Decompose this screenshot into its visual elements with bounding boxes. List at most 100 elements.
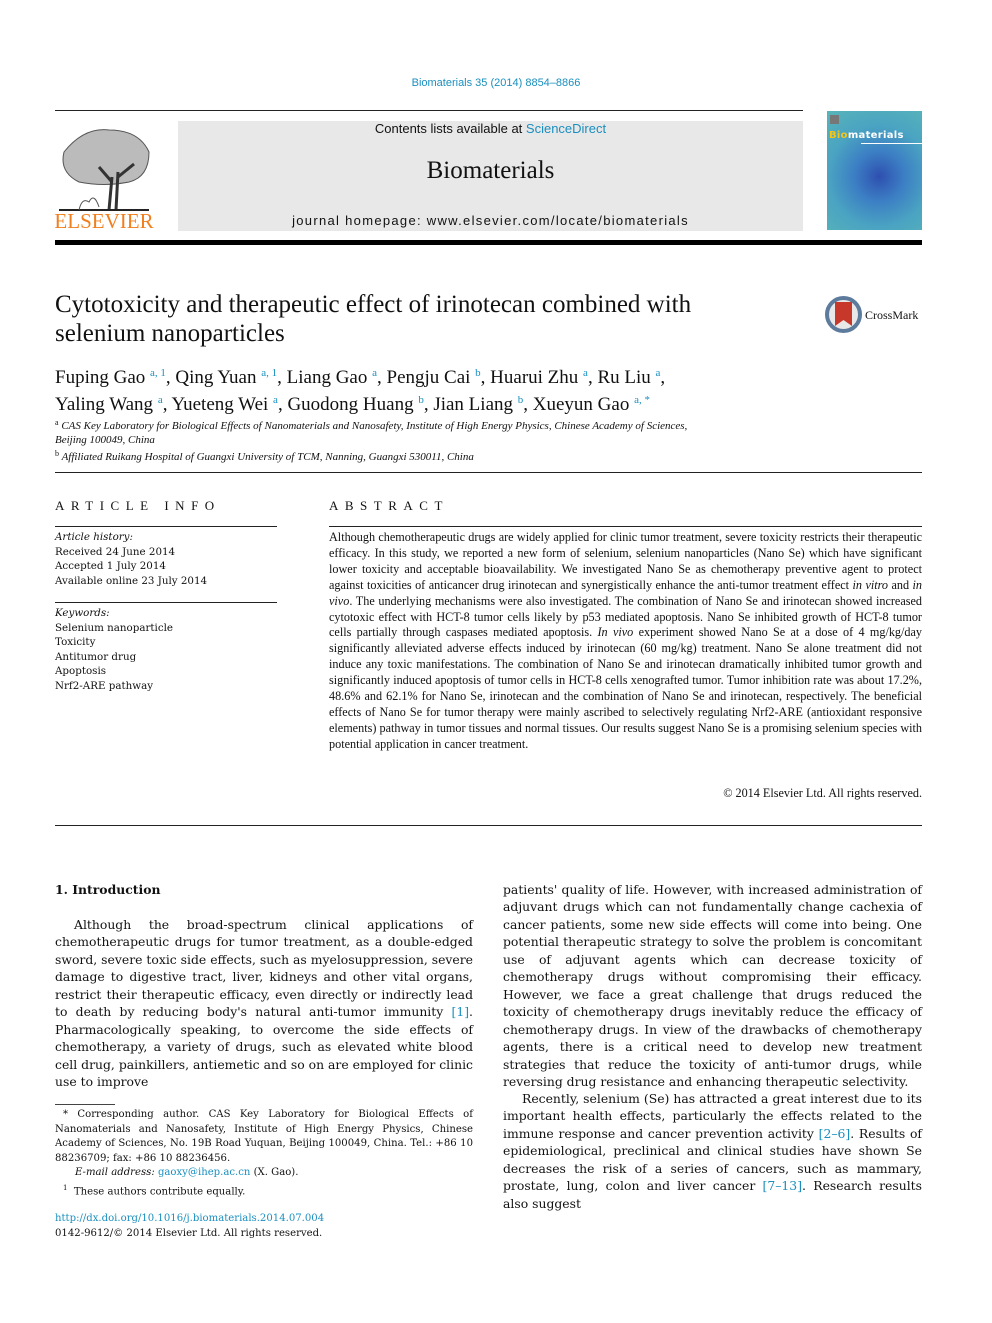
author-separator: , — [660, 367, 666, 388]
abstract-heading: ABSTRACT — [329, 498, 449, 513]
keyword-item: Apoptosis — [55, 665, 107, 677]
reference-link[interactable]: [7–13] — [763, 1178, 803, 1193]
crossmark-label: CrossMark — [865, 308, 919, 322]
article-history: Article history: Received 24 June 2014 A… — [55, 530, 277, 588]
journal-banner: Contents lists available at ScienceDirec… — [178, 121, 803, 231]
abstract-copyright: © 2014 Elsevier Ltd. All rights reserved… — [723, 786, 922, 800]
history-online: Available online 23 July 2014 — [55, 574, 208, 587]
elsevier-wordmark: ELSEVIER — [54, 209, 154, 233]
affiliation-mark: b — [55, 449, 59, 458]
journal-homepage[interactable]: journal homepage: www.elsevier.com/locat… — [178, 213, 803, 228]
affiliations: a CAS Key Laboratory for Biological Effe… — [55, 416, 815, 464]
affiliation-divider — [55, 472, 922, 473]
keywords-label: Keywords: — [55, 607, 110, 619]
affiliation-text: CAS Key Laboratory for Biological Effect… — [61, 420, 688, 432]
keyword-item: Toxicity — [55, 636, 96, 648]
journal-name: Biomaterials — [426, 157, 555, 184]
cover-underline — [861, 143, 922, 144]
author-separator: , — [165, 367, 176, 388]
sciencedirect-link[interactable]: ScienceDirect — [526, 121, 606, 136]
elsevier-logo[interactable]: ELSEVIER — [54, 118, 154, 234]
author-affiliation-mark[interactable]: a, 1 — [150, 367, 166, 379]
footnotes: * Corresponding author. CAS Key Laborato… — [55, 1108, 473, 1199]
affiliation-text-cont: Beijing 100049, China — [55, 434, 155, 446]
intro-paragraph-2: Recently, selenium (Se) has attracted a … — [503, 1090, 922, 1212]
email-suffix: (X. Gao). — [250, 1167, 299, 1178]
history-received: Received 24 June 2014 — [55, 545, 176, 558]
contents-prefix: Contents lists available at — [374, 121, 526, 136]
footnote-rule — [55, 1104, 115, 1105]
keyword-item: Nrf2-ARE pathway — [55, 679, 154, 692]
author-separator: , — [162, 394, 172, 415]
doi-block: http://dx.doi.org/10.1016/j.biomaterials… — [55, 1211, 324, 1241]
email-link[interactable]: gaoxy@ihep.ac.cn — [158, 1167, 250, 1178]
equal-contribution-note: 1 These authors contribute equally. — [55, 1181, 473, 1200]
article-info-rule — [55, 526, 277, 527]
author-separator: , — [277, 367, 287, 388]
issn-copyright: 0142-9612/© 2014 Elsevier Ltd. All right… — [55, 1228, 323, 1239]
cover-title-highlight: Bio — [829, 130, 848, 141]
keyword-item: Selenium nanoparticle — [55, 621, 173, 634]
abstract-bottom-rule — [55, 825, 922, 826]
intro-paragraph-1: Although the broad-spectrum clinical app… — [55, 916, 473, 1091]
author-separator: , — [377, 367, 387, 388]
author-line-2: Yaling Wang a, Yueteng Wei a, Guodong Hu… — [55, 389, 775, 416]
author-separator: , — [523, 394, 533, 415]
cover-title: Biomaterials — [829, 130, 904, 141]
author-separator: , — [277, 394, 288, 415]
author-name[interactable]: Yaling Wang — [55, 394, 158, 415]
corresponding-author-note: * Corresponding author. CAS Key Laborato… — [55, 1109, 473, 1164]
elsevier-tree-icon — [59, 129, 150, 211]
reference-link[interactable]: [1] — [451, 1004, 469, 1019]
equal-contribution-text: These authors contribute equally. — [73, 1185, 246, 1197]
author-name[interactable]: Jian Liang — [433, 394, 517, 415]
journal-citation[interactable]: Biomaterials 35 (2014) 8854–8866 — [0, 77, 992, 89]
cover-title-rest: materials — [847, 130, 904, 141]
author-name[interactable]: Huarui Zhu — [490, 367, 583, 388]
crossmark-button[interactable]: CrossMark — [825, 296, 935, 336]
affiliation-mark: a — [55, 418, 59, 427]
intro-paragraph-1-cont: patients' quality of life. However, with… — [503, 882, 922, 1089]
reference-link[interactable]: [2–6] — [819, 1126, 851, 1141]
author-name[interactable]: Xueyun Gao — [533, 394, 634, 415]
author-affiliation-mark[interactable]: a, 1 — [261, 367, 277, 379]
author-line-1: Fuping Gao a, 1, Qing Yuan a, 1, Liang G… — [55, 362, 775, 389]
author-name[interactable]: Qing Yuan — [175, 367, 261, 388]
history-label: Article history: — [55, 531, 133, 543]
author-name[interactable]: Pengju Cai — [387, 367, 476, 388]
journal-cover-thumbnail[interactable]: Biomaterials — [827, 111, 922, 230]
affiliation-text: Affiliated Ruikang Hospital of Guangxi U… — [61, 451, 474, 463]
author-list: Fuping Gao a, 1, Qing Yuan a, 1, Liang G… — [55, 362, 775, 416]
author-affiliation-mark[interactable]: a, * — [634, 394, 650, 406]
abstract-text: Although chemotherapeutic drugs are wide… — [329, 530, 922, 753]
title-line-1: Cytotoxicity and therapeutic effect of i… — [55, 291, 692, 318]
doi-link[interactable]: http://dx.doi.org/10.1016/j.biomaterials… — [55, 1211, 324, 1226]
author-name[interactable]: Fuping Gao — [55, 367, 150, 388]
author-name[interactable]: Guodong Huang — [287, 394, 418, 415]
affiliation-b: b Affiliated Ruikang Hospital of Guangxi… — [55, 447, 815, 464]
article-title: Cytotoxicity and therapeutic effect of i… — [55, 290, 795, 348]
header-bottom-rule — [55, 240, 922, 245]
affiliation-a: a CAS Key Laboratory for Biological Effe… — [55, 416, 815, 433]
author-name[interactable]: Liang Gao — [287, 367, 372, 388]
introduction-heading: 1. Introduction — [55, 882, 161, 897]
email-label: E-mail address: — [75, 1167, 158, 1178]
abstract-italic: In vivo — [597, 625, 634, 640]
body-segment: Although the broad-spectrum clinical app… — [55, 917, 473, 1020]
article-info-heading: ARTICLE INFO — [55, 498, 221, 513]
author-name[interactable]: Yueteng Wei — [172, 394, 274, 415]
author-separator: , — [423, 394, 434, 415]
abstract-segment: experiment showed Nano Se at a dose of 4… — [329, 625, 923, 751]
author-name[interactable]: Ru Liu — [597, 367, 655, 388]
footnote-mark: 1 — [63, 1183, 68, 1192]
abstract-rule — [329, 526, 922, 527]
keywords-rule — [55, 602, 277, 603]
author-separator: , — [587, 367, 598, 388]
history-accepted: Accepted 1 July 2014 — [55, 560, 166, 572]
contents-line: Contents lists available at ScienceDirec… — [178, 121, 803, 136]
title-line-2: selenium nanoparticles — [55, 320, 285, 347]
abstract-segment: Although chemotherapeutic drugs are wide… — [329, 530, 922, 592]
email-note: E-mail address: gaoxy@ihep.ac.cn (X. Gao… — [55, 1166, 473, 1181]
header-top-rule — [55, 110, 803, 111]
abstract-italic: in vitro — [852, 577, 889, 592]
